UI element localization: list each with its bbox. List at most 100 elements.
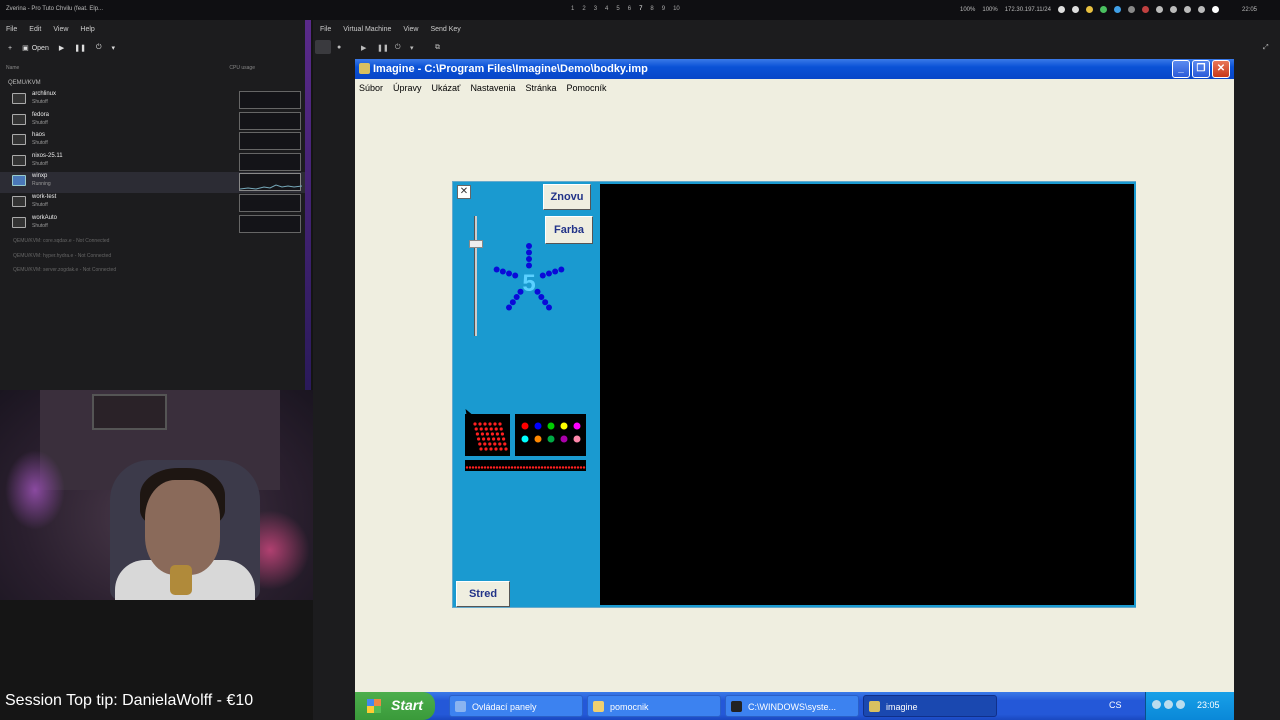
shutdown-menu-button[interactable]: ▾ [112,44,116,52]
open-button[interactable]: ▣ Open [22,44,49,53]
vm-row-fedora[interactable]: fedora Shutoff [0,111,307,132]
fullscreen-icon[interactable]: ⤢ [1263,44,1269,52]
streamer-face [145,480,220,575]
connection-group-qemu[interactable]: QEMU/KVM [0,80,307,90]
viewer-menu-virtual-machine[interactable]: Virtual Machine [343,26,391,40]
slider-thumb[interactable] [469,240,483,248]
line-dot [522,466,526,469]
dot-line-palette[interactable] [465,460,586,471]
workspace-1[interactable]: 1 [571,6,574,12]
mic-muted-icon[interactable] [1141,6,1149,13]
menu-pomocnik[interactable]: Pomocník [567,83,607,97]
vm-row-work-test[interactable]: work-test Shutoff [0,193,307,214]
menu-icon[interactable] [1071,6,1079,13]
workspace-10[interactable]: 10 [673,6,680,12]
connection-item[interactable]: QEMU/KVM: server.zogdak.e - Not Connecte… [0,263,307,278]
menu-file[interactable]: File [6,26,17,40]
language-indicator[interactable]: CS [1109,700,1122,710]
line-dot [543,466,547,469]
details-icon[interactable]: ● [337,44,341,51]
connection-item[interactable]: QEMU/KVM: core.sqdax.e - Not Connected [0,234,307,249]
snapshot-icon[interactable]: ⧉ [435,44,440,52]
cloud-icon[interactable] [1085,6,1093,13]
chevron-down-icon[interactable]: ▾ [410,44,414,52]
new-vm-button[interactable]: + [8,45,12,52]
znovu-button[interactable]: Znovu [543,184,591,210]
workspace-7[interactable]: 7 [639,6,642,12]
pause-icon[interactable]: ❚❚ [377,44,389,52]
console-view-button[interactable] [315,40,331,54]
system-clock[interactable]: 22:05 [1242,7,1257,13]
menu-help[interactable]: Help [80,26,94,40]
menu-upravy[interactable]: Úpravy [393,83,422,97]
notification-icon[interactable] [1057,6,1065,13]
volume-tray-icon[interactable] [1164,700,1173,709]
column-name[interactable]: Name [6,65,19,71]
menu-subor[interactable]: Súbor [359,83,383,97]
minimize-button[interactable]: _ [1172,60,1190,78]
drawing-canvas[interactable] [598,182,1136,607]
red-dot [493,422,497,426]
slider-track[interactable] [474,216,477,336]
workspace-4[interactable]: 4 [605,6,608,12]
sound-icon[interactable] [1169,6,1177,13]
close-button[interactable]: ✕ [1212,60,1230,78]
vm-row-winxp[interactable]: winxp Running [0,172,307,193]
stred-button[interactable]: Stred [456,581,510,607]
play-icon[interactable]: ▶ [361,44,366,52]
volume-text[interactable]: 100% [982,7,997,13]
workspace-8[interactable]: 8 [650,6,653,12]
maximize-button[interactable]: ❐ [1192,60,1210,78]
menu-ukazat[interactable]: Ukázať [432,83,461,97]
network-tray-icon[interactable] [1152,700,1161,709]
run-button[interactable]: ▶ [59,44,64,52]
workspace-5[interactable]: 5 [616,6,619,12]
page-close-icon[interactable]: ✕ [457,185,471,199]
color-dots-palette[interactable] [515,414,586,456]
workspace-6[interactable]: 6 [628,6,631,12]
steam-icon[interactable] [1183,6,1191,13]
vm-list-header: Name CPU usage [0,56,307,80]
task-imagine[interactable]: imagine [863,695,997,717]
red-dot [473,422,477,426]
task-label: pomocnik [610,702,649,712]
color-dot [547,422,555,430]
workspace-3[interactable]: 3 [594,6,597,12]
settings-icon[interactable] [1197,6,1205,13]
task-cmd[interactable]: C:\WINDOWS\syste... [725,695,859,717]
viewer-menu-file[interactable]: File [320,26,331,40]
red-dot [497,437,501,441]
vm-name: fedora [32,111,50,118]
start-label: Start [391,697,423,713]
network-icon[interactable] [1099,6,1107,13]
task-pomocnik[interactable]: pomocnik [587,695,721,717]
shutdown-button[interactable]: ⏻ [96,44,102,52]
task-ovladaci-panely[interactable]: Ovládací panely [449,695,583,717]
menu-stranka[interactable]: Stránka [525,83,556,97]
viewer-menu-view[interactable]: View [403,26,418,40]
vm-row-haos[interactable]: haos Shutoff [0,131,307,152]
now-playing-text[interactable]: Zverina - Pro Tuto Chvilu (feat. Elp... [6,6,103,12]
viewer-menu-send-key[interactable]: Send Key [430,26,460,40]
power-icon[interactable] [1211,6,1219,13]
menu-edit[interactable]: Edit [29,26,41,40]
power-icon[interactable]: ⏻ [395,44,401,52]
line-dot [573,466,577,469]
color-dot [547,435,555,443]
workspace-2[interactable]: 2 [582,6,585,12]
vm-row-workauto[interactable]: workAuto Shutoff [0,214,307,235]
vm-row-nixos[interactable]: nixos-25.11 Shutoff [0,152,307,173]
column-cpu-usage[interactable]: CPU usage [229,65,255,71]
start-button[interactable]: Start [355,692,435,720]
wifi-icon[interactable] [1155,6,1163,13]
menu-view[interactable]: View [53,26,68,40]
bluetooth-icon[interactable] [1127,6,1135,13]
security-tray-icon[interactable] [1176,700,1185,709]
connection-item[interactable]: QEMU/KVM: hyper.hydra.e - Not Connected [0,249,307,264]
menu-nastavenia[interactable]: Nastavenia [470,83,515,97]
imagine-title-bar[interactable]: Imagine - C:\Program Files\Imagine\Demo\… [355,59,1234,79]
vm-row-archlinux[interactable]: archlinux Shutoff [0,90,307,111]
pause-button[interactable]: ❚❚ [74,44,86,52]
telegram-icon[interactable] [1113,6,1121,13]
workspace-9[interactable]: 9 [662,6,665,12]
